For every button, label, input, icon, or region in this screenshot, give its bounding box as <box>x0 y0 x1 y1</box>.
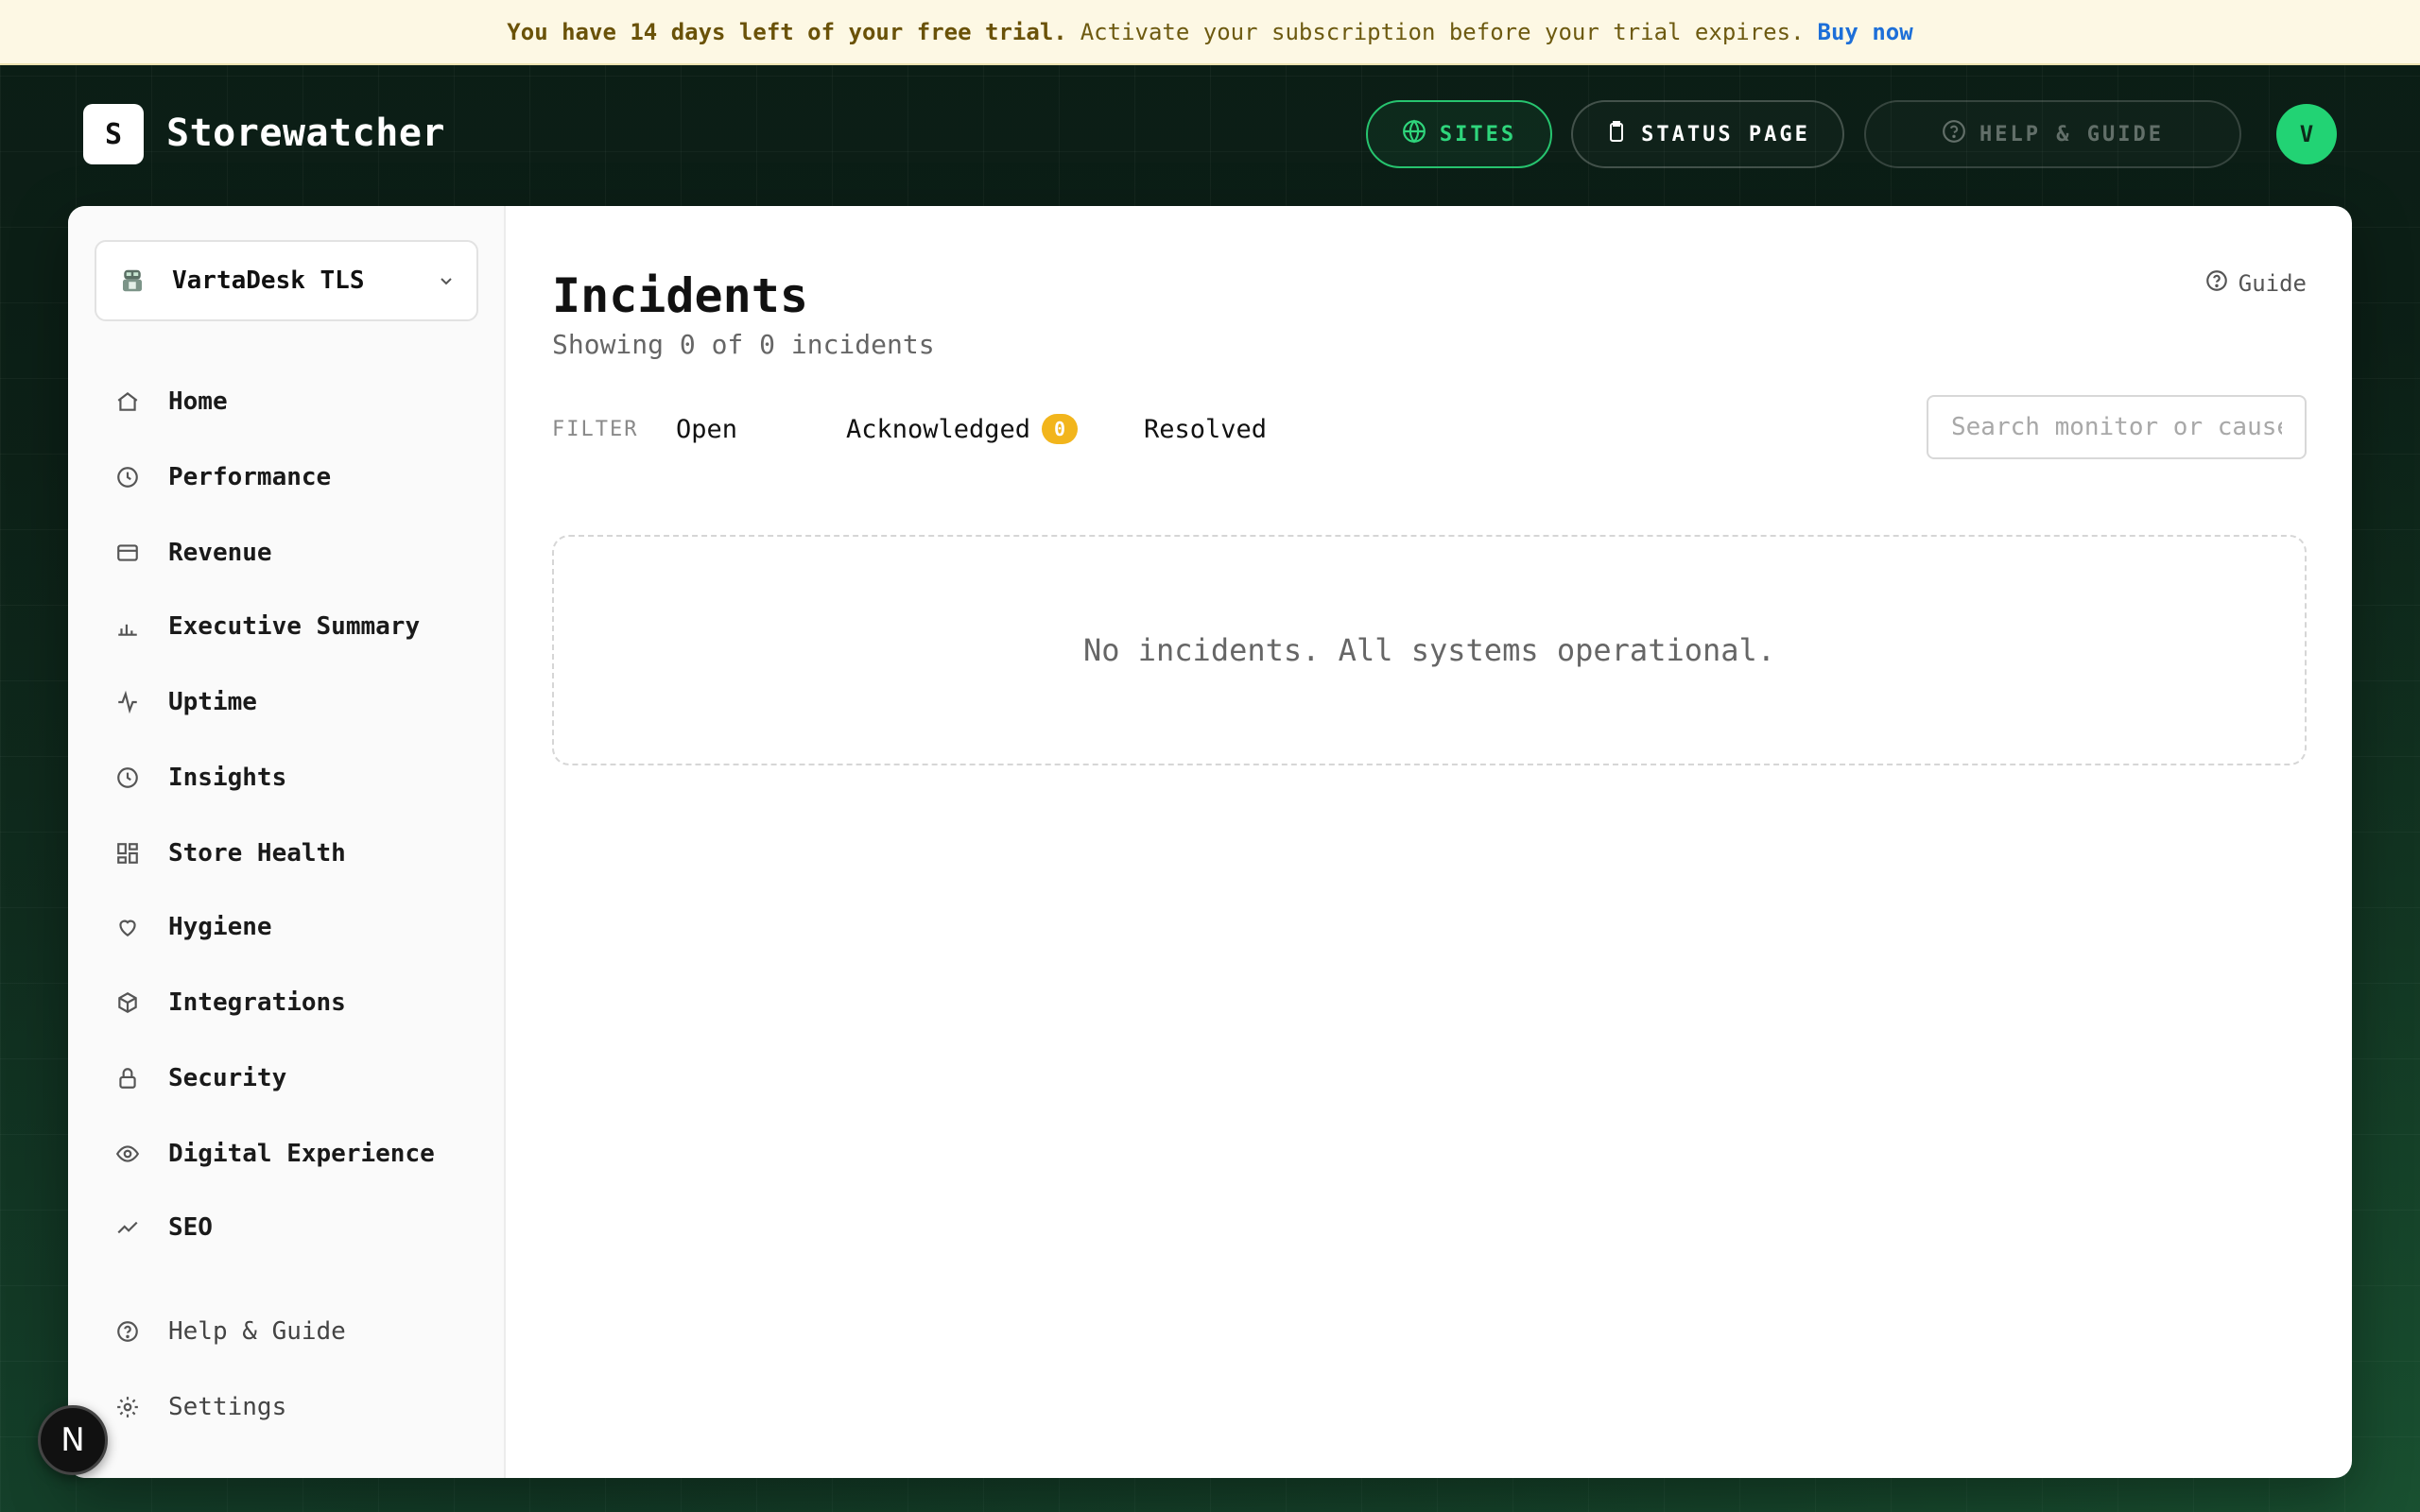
sites-button[interactable]: SITES <box>1366 100 1552 168</box>
site-selector[interactable]: VartaDesk TLS <box>95 240 478 321</box>
clock-icon <box>113 463 142 491</box>
help-guide-label: HELP & GUIDE <box>1979 122 2164 146</box>
main-content: Incidents Showing 0 of 0 incidents Guide… <box>506 206 2352 1478</box>
globe-icon <box>1402 119 1426 149</box>
clock-icon <box>113 764 142 792</box>
sidebar-item-label: Hygiene <box>168 913 272 941</box>
filter-tab-label: Open <box>676 414 738 444</box>
sidebar: VartaDesk TLS Home Performance Revenue E… <box>68 206 506 1478</box>
gear-icon <box>113 1393 142 1421</box>
sidebar-item-label: SEO <box>168 1213 213 1242</box>
search-input[interactable] <box>1927 395 2307 459</box>
filter-tab-acknowledged[interactable]: Acknowledged 0 <box>846 406 1079 452</box>
help-circle-icon <box>113 1317 142 1346</box>
chevron-down-icon <box>435 269 458 292</box>
sites-label: SITES <box>1439 122 1517 146</box>
filter-tab-label: Acknowledged <box>846 414 1031 444</box>
acknowledged-count-badge: 0 <box>1042 414 1079 444</box>
filter-bar: FILTER Open Acknowledged 0 Resolved <box>552 406 1403 452</box>
page-title: Incidents <box>552 268 808 323</box>
trial-banner: You have 14 days left of your free trial… <box>0 0 2420 65</box>
sidebar-item-performance[interactable]: Performance <box>113 449 473 506</box>
lock-icon <box>113 1064 142 1092</box>
sidebar-item-help-guide[interactable]: Help & Guide <box>113 1303 473 1360</box>
sidebar-item-label: Digital Experience <box>168 1140 435 1168</box>
sidebar-item-executive-summary[interactable]: Executive Summary <box>113 598 473 655</box>
brand-name[interactable]: Storewatcher <box>166 107 445 160</box>
avatar[interactable]: V <box>2276 104 2337 164</box>
help-circle-icon <box>1942 119 1966 149</box>
help-guide-button[interactable]: HELP & GUIDE <box>1864 100 2241 168</box>
credit-card-icon <box>113 539 142 567</box>
top-header: S Storewatcher SITES STATUS PAGE HELP & … <box>0 65 2420 205</box>
clipboard-icon <box>1605 119 1628 149</box>
sidebar-item-label: Help & Guide <box>168 1317 346 1346</box>
guide-label: Guide <box>2238 270 2307 297</box>
sidebar-item-label: Home <box>168 387 228 416</box>
sidebar-item-insights[interactable]: Insights <box>113 749 473 806</box>
empty-state-message: No incidents. All systems operational. <box>1082 632 1776 668</box>
main-card: VartaDesk TLS Home Performance Revenue E… <box>68 206 2352 1478</box>
home-icon <box>113 387 142 416</box>
sidebar-item-security[interactable]: Security <box>113 1050 473 1107</box>
sidebar-item-label: Settings <box>168 1393 287 1421</box>
empty-state: No incidents. All systems operational. <box>552 535 2307 765</box>
sidebar-item-label: Insights <box>168 764 287 792</box>
sidebar-item-label: Uptime <box>168 688 257 716</box>
trend-icon <box>113 1213 142 1242</box>
buy-now-link[interactable]: Buy now <box>1818 19 1913 45</box>
sidebar-item-label: Integrations <box>168 988 346 1017</box>
eye-icon <box>113 1140 142 1168</box>
logo[interactable]: S <box>83 104 144 164</box>
activity-icon <box>113 688 142 716</box>
sidebar-item-label: Security <box>168 1064 287 1092</box>
sidebar-item-label: Performance <box>168 463 332 491</box>
sidebar-item-label: Revenue <box>168 539 272 567</box>
sidebar-item-hygiene[interactable]: Hygiene <box>113 899 473 955</box>
dashboard-icon <box>113 839 142 868</box>
sidebar-item-revenue[interactable]: Revenue <box>113 524 473 581</box>
status-page-label: STATUS PAGE <box>1641 122 1810 146</box>
site-avatar-icon <box>115 264 149 298</box>
sidebar-item-settings[interactable]: Settings <box>113 1379 473 1435</box>
sidebar-item-seo[interactable]: SEO <box>113 1199 473 1256</box>
sidebar-item-home[interactable]: Home <box>113 373 473 430</box>
guide-link[interactable]: Guide <box>2204 266 2307 301</box>
filter-tab-resolved[interactable]: Resolved <box>1144 406 1267 452</box>
filter-label: FILTER <box>552 417 639 441</box>
status-page-button[interactable]: STATUS PAGE <box>1571 100 1844 168</box>
filter-tab-label: Resolved <box>1144 414 1268 444</box>
sidebar-item-integrations[interactable]: Integrations <box>113 974 473 1031</box>
heart-icon <box>113 913 142 941</box>
trial-banner-text: Activate your subscription before your t… <box>1080 18 1805 45</box>
sidebar-item-digital-experience[interactable]: Digital Experience <box>113 1125 473 1182</box>
sidebar-item-uptime[interactable]: Uptime <box>113 674 473 730</box>
help-circle-icon <box>2204 268 2229 299</box>
page-subtitle: Showing 0 of 0 incidents <box>552 329 935 360</box>
trial-banner-strong: You have 14 days left of your free trial… <box>507 18 1067 45</box>
cube-icon <box>113 988 142 1017</box>
site-name: VartaDesk TLS <box>172 266 365 295</box>
bar-chart-icon <box>113 612 142 641</box>
sidebar-item-store-health[interactable]: Store Health <box>113 825 473 882</box>
dev-tools-badge[interactable]: N <box>38 1405 108 1475</box>
filter-tab-open[interactable]: Open <box>676 406 737 452</box>
sidebar-item-label: Executive Summary <box>168 612 421 641</box>
sidebar-item-label: Store Health <box>168 839 346 868</box>
